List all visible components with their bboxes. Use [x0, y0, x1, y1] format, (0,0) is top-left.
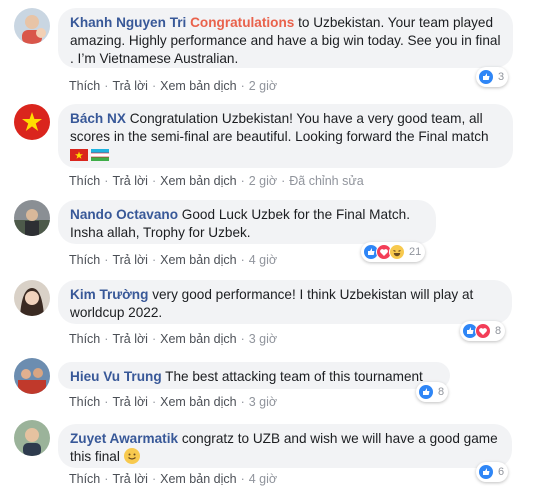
reply-link[interactable]: Trả lời [112, 79, 148, 93]
reaction-count: 8 [495, 325, 502, 337]
comment-actions: Thích · Trả lời · Xem bản dịch · 2 giờ · Đã chỉn… [69, 174, 364, 188]
avatar[interactable] [14, 280, 50, 316]
comment-author[interactable]: Kim Trường [70, 287, 148, 302]
comment-author[interactable]: Hieu Vu Trung [70, 369, 162, 384]
reaction-summary[interactable]: 8 [460, 321, 506, 341]
comment-bubble: Nando Octavano Good Luck Uzbek for the F… [58, 200, 436, 244]
comment-author[interactable]: Nando Octavano [70, 207, 178, 222]
comment-time[interactable]: 3 giờ [249, 332, 277, 346]
comment-mention[interactable]: Congratulations [190, 15, 294, 30]
comment-actions: Thích · Trả lời · Xem bản dịch · 4 giờ [69, 253, 278, 267]
comment-actions: Thích · Trả lời · Xem bản dịch · 3 giờ [69, 395, 278, 409]
comment-bubble: Kim Trường very good performance! I thin… [58, 280, 512, 324]
like-link[interactable]: Thích [69, 253, 100, 267]
comment-bubble: Bách NX Congratulation Uzbekistan! You h… [58, 104, 513, 168]
comment-bubble: Zuyet Awarmatik congratz to UZB and wish… [58, 424, 512, 468]
comment-time[interactable]: 4 giờ [249, 253, 277, 267]
comment-time[interactable]: 3 giờ [249, 395, 277, 409]
comment-actions: Thích · Trả lời · Xem bản dịch · 3 giờ [69, 332, 278, 346]
avatar[interactable] [14, 104, 50, 140]
translate-link[interactable]: Xem bản dịch [160, 79, 236, 93]
reply-link[interactable]: Trả lời [112, 174, 148, 188]
translate-link[interactable]: Xem bản dịch [160, 174, 236, 188]
like-reaction-icon [418, 384, 434, 400]
avatar[interactable] [14, 420, 50, 456]
reply-link[interactable]: Trả lời [112, 395, 148, 409]
comment-author[interactable]: Khanh Nguyen Tri [70, 15, 186, 30]
vietnam-flag-icon [70, 148, 88, 161]
comment-bubble: Khanh Nguyen Tri Congratulations to Uzbe… [58, 8, 513, 68]
reaction-summary[interactable]: 21 [361, 242, 426, 262]
like-reaction-icon [478, 69, 494, 85]
reaction-summary[interactable]: 6 [476, 462, 509, 482]
comment-time[interactable]: 2 giờ [249, 174, 277, 188]
translate-link[interactable]: Xem bản dịch [160, 395, 236, 409]
reaction-count: 21 [409, 246, 422, 258]
reaction-summary[interactable]: 8 [416, 382, 449, 402]
haha-reaction-icon [389, 244, 405, 260]
comment-time[interactable]: 2 giờ [249, 79, 277, 93]
translate-link[interactable]: Xem bản dịch [160, 472, 236, 486]
edited-label[interactable]: Đã chỉnh sửa [289, 174, 363, 188]
translate-link[interactable]: Xem bản dịch [160, 332, 236, 346]
like-reaction-icon [478, 464, 494, 480]
reaction-count: 8 [438, 386, 445, 398]
translate-link[interactable]: Xem bản dịch [160, 253, 236, 267]
avatar[interactable] [14, 8, 50, 44]
like-link[interactable]: Thích [69, 332, 100, 346]
comment-text: The best attacking team of this tourname… [165, 369, 423, 384]
like-link[interactable]: Thích [69, 174, 100, 188]
avatar[interactable] [14, 200, 50, 236]
comment-actions: Thích · Trả lời · Xem bản dịch · 2 giờ [69, 79, 278, 93]
avatar[interactable] [14, 358, 50, 394]
reaction-count: 3 [498, 71, 505, 83]
comment-time[interactable]: 4 giờ [249, 472, 277, 486]
reply-link[interactable]: Trả lời [112, 472, 148, 486]
reply-link[interactable]: Trả lời [112, 332, 148, 346]
like-link[interactable]: Thích [69, 79, 100, 93]
like-link[interactable]: Thích [69, 395, 100, 409]
comment-author[interactable]: Bách NX [70, 111, 126, 126]
reaction-summary[interactable]: 3 [476, 67, 509, 87]
comment-text: Congratulation Uzbekistan! You have a ve… [70, 111, 489, 144]
smile-emoji-icon [123, 448, 140, 464]
love-reaction-icon [475, 323, 491, 339]
reaction-count: 6 [498, 466, 505, 478]
comment-actions: Thích · Trả lời · Xem bản dịch · 4 giờ [69, 472, 278, 486]
reply-link[interactable]: Trả lời [112, 253, 148, 267]
comment-author[interactable]: Zuyet Awarmatik [70, 431, 178, 446]
comment-bubble: Hieu Vu Trung The best attacking team of… [58, 362, 450, 389]
uzbekistan-flag-icon [91, 148, 109, 161]
like-link[interactable]: Thích [69, 472, 100, 486]
